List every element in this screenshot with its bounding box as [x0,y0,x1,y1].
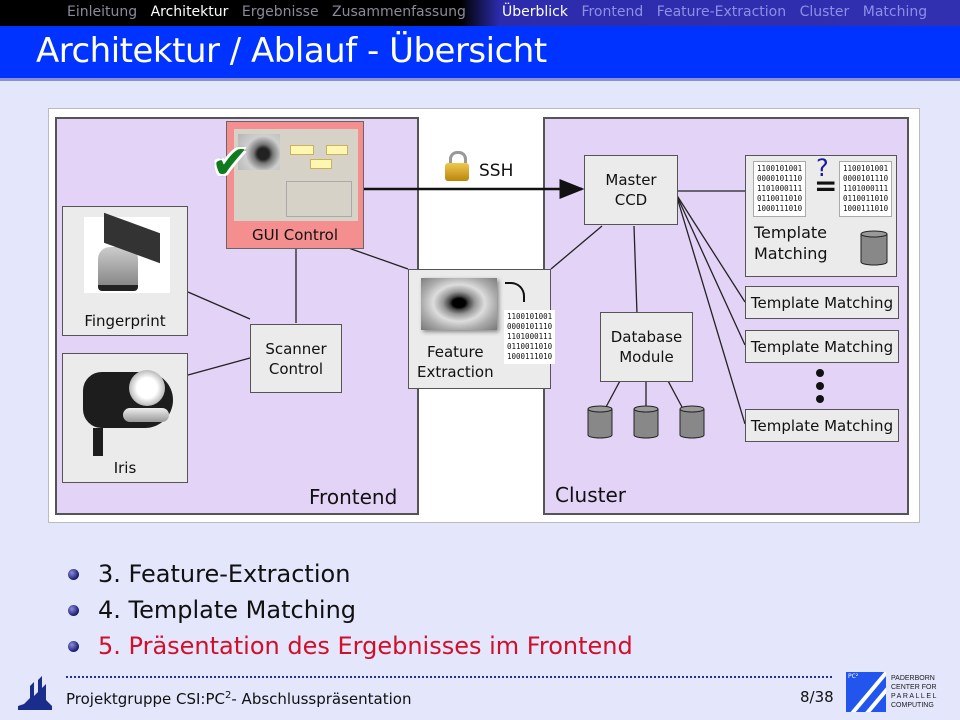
database-line1: Database [610,328,683,346]
page-number: 8/38 [800,688,834,706]
link-master-database [633,225,638,315]
database-module-box: Database Module [600,312,693,382]
checkmark-icon: ✔ [211,135,250,189]
slide-title: Architektur / Ablauf - Übersicht [36,31,547,71]
link-database-cyl-3 [666,378,683,408]
eye-image [421,278,497,330]
database-cylinder-icon [633,405,659,439]
gui-screenshot-thumbnail [234,129,358,221]
bullet-text: 5. Präsentation des Ergebnisses im Front… [98,632,633,660]
footer-title-prefix: Projektgruppe CSI:PC [66,690,225,708]
architecture-diagram: Frontend Cluster GUI Control ✔ Fingerpri… [48,108,920,523]
bullet-list: 3. Feature-Extraction 4. Template Matchi… [66,556,633,664]
flow-node [310,159,332,169]
feature-extraction-box: 1100101001 0000101110 1101000111 0110011… [408,269,556,389]
pc2-caption-line: COMPUTING [891,702,934,709]
nav-section-ergebnisse[interactable]: Ergebnisse [242,4,319,20]
pc2-caption-line: PADERBORN [891,675,935,682]
fingerprint-scanner-image [84,212,170,293]
template-matching-node: Template Matching [745,286,899,319]
scanner-control-line2: Control [268,359,324,378]
template-node-label: Template Matching [750,416,894,435]
subsection-nav: Überblick Frontend Feature-Extraction Cl… [502,4,936,20]
template-main-line2: Matching [754,244,828,263]
link-master-template-3 [675,193,746,425]
template-node-label: Template Matching [750,293,894,312]
nav-subsection-ueberblick[interactable]: Überblick [502,4,568,20]
iris-scanner-box: Iris [62,353,188,483]
ellipsis-vertical-icon [816,369,824,408]
template-matching-node: Template Matching [745,330,899,363]
bullet-item: 4. Template Matching [66,592,633,628]
transform-arrow-icon [505,282,525,302]
pc2-logo-text: PC² [848,673,859,680]
flow-node [290,145,314,155]
scanner-control-box: Scanner Control [250,324,342,393]
university-logo [18,676,52,710]
nav-subsection-cluster[interactable]: Cluster [800,4,850,20]
link-iris-scanner [187,357,251,376]
master-line2: CCD [614,191,648,209]
bullet-icon [68,568,79,580]
database-cylinder-icon [679,405,705,439]
template-matching-node: Template Matching [745,409,899,442]
bullet-icon [68,604,79,616]
ssh-label: SSH [479,161,514,181]
feature-line1: Feature [426,343,484,361]
scanner-control-line1: Scanner [265,339,327,358]
bullet-icon [68,640,79,652]
bullet-text: 3. Feature-Extraction [98,560,351,588]
fingerprint-label: Fingerprint [84,312,166,330]
template-main-line1: Template [754,223,828,242]
iris-label: Iris [113,459,137,477]
gui-control-label: GUI Control [251,226,338,244]
flow-node [326,145,348,155]
nav-subsection-frontend[interactable]: Frontend [581,4,643,20]
footer-title-suffix: - Abschlusspräsentation [231,690,412,708]
link-fingerprint-scanner [187,291,251,320]
pc2-caption-line: CENTER FOR [891,684,937,691]
template-binary-right: 1100101001 0000101110 1101000111 0110011… [839,161,893,217]
title-bar: Architektur / Ablauf - Übersicht [0,26,960,81]
bullet-item-highlighted: 5. Präsentation des Ergebnisses im Front… [66,628,633,664]
link-master-feature [550,225,603,270]
template-matching-main-box: 1100101001 0000101110 1101000111 0110011… [745,155,897,277]
template-binary-left: 1100101001 0000101110 1101000111 0110011… [753,161,807,217]
feature-line2: Extraction [417,363,494,381]
database-cylinder-icon [860,230,888,266]
footer-divider [66,676,832,678]
database-line2: Module [619,348,674,366]
fingerprint-scanner-box: Fingerprint [62,206,188,336]
nav-section-architektur[interactable]: Architektur [151,4,229,20]
link-master-template-1 [675,193,746,303]
database-cylinder-icon [587,405,613,439]
gui-panel-frame [286,181,352,217]
equals-sign: = [814,169,838,202]
pc2-logo-caption: PADERBORN CENTER FOR PARALLEL COMPUTING [891,674,938,710]
pc2-logo: PC² [846,672,886,712]
section-nav: Einleitung Architektur Ergebnisse Zusamm… [67,4,475,20]
pc2-caption-line: PARALLEL [891,693,938,700]
lock-icon [445,151,469,181]
iris-scanner-image [83,368,175,458]
nav-subsection-feature-extraction[interactable]: Feature-Extraction [657,4,786,20]
link-database-cyl-1 [605,378,622,408]
bullet-item: 3. Feature-Extraction [66,556,633,592]
template-node-label: Template Matching [750,337,894,356]
nav-section-zusammenfassung[interactable]: Zusammenfassung [332,4,466,20]
bullet-text: 4. Template Matching [98,596,357,624]
nav-subsection-matching[interactable]: Matching [863,4,927,20]
master-line1: Master [605,171,657,189]
navigation-bar: Einleitung Architektur Ergebnisse Zusamm… [0,0,960,26]
footer-title: Projektgruppe CSI:PC2- Abschlusspräsenta… [66,690,411,708]
feature-binary-code: 1100101001 0000101110 1101000111 0110011… [504,310,556,364]
nav-section-einleitung[interactable]: Einleitung [67,4,137,20]
master-ccd-box: Master CCD [584,155,678,225]
